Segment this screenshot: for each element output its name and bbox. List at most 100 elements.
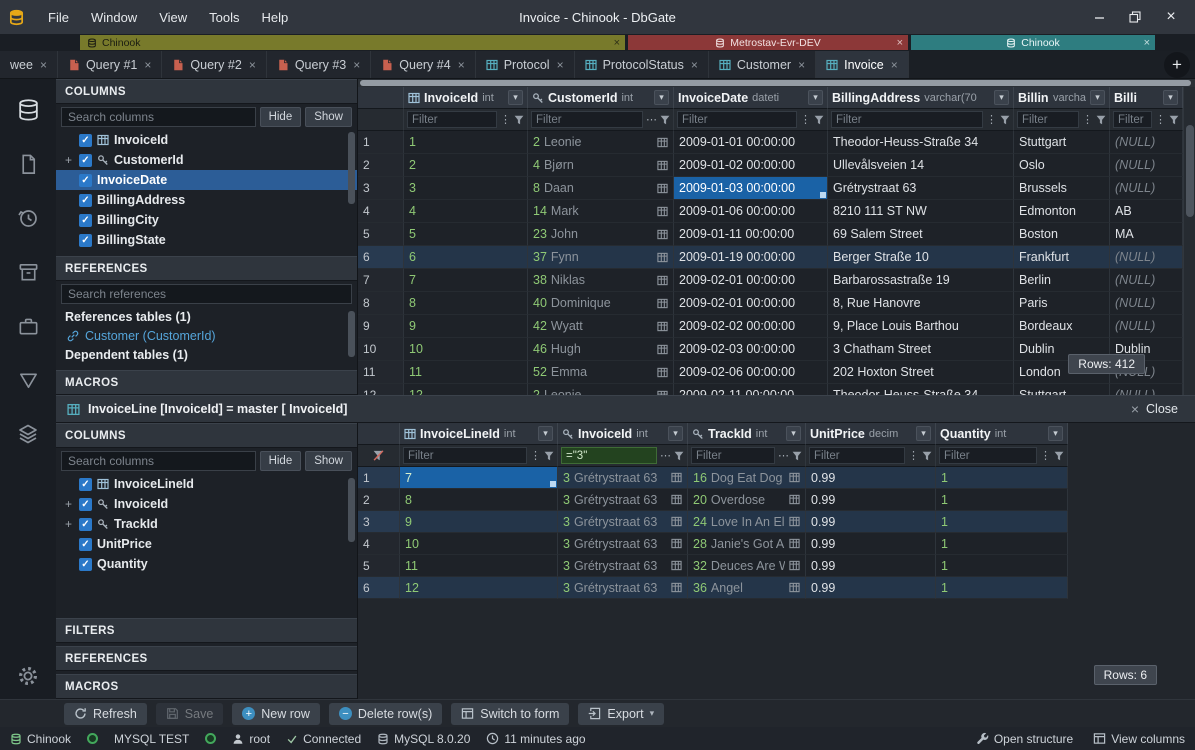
- filter-menu-icon[interactable]: ⋮: [908, 449, 919, 462]
- new-tab-button[interactable]: +: [1164, 52, 1190, 78]
- filter-funnel-icon[interactable]: [922, 451, 932, 461]
- filter-menu-icon[interactable]: ⋯: [778, 449, 789, 462]
- filter-menu-icon[interactable]: ⋮: [1082, 113, 1093, 126]
- section-header-columns[interactable]: COLUMNS: [56, 423, 357, 448]
- close-group-icon[interactable]: ×: [1144, 37, 1150, 49]
- row-number[interactable]: 3: [358, 177, 404, 200]
- row-number[interactable]: 6: [358, 577, 400, 599]
- cell-billingaddress[interactable]: 8, Rue Hanovre: [828, 292, 1014, 315]
- close-tab-icon[interactable]: ×: [353, 58, 360, 72]
- cell-invoicedate[interactable]: 2009-02-03 00:00:00: [674, 338, 828, 361]
- close-tab-icon[interactable]: ×: [458, 58, 465, 72]
- cell-trackid[interactable]: 24Love In An Elevator: [688, 511, 806, 533]
- refresh-button[interactable]: Refresh: [64, 703, 147, 725]
- column-header-invoicedate[interactable]: InvoiceDatedateti▾: [674, 87, 828, 109]
- archive-icon[interactable]: [15, 259, 41, 285]
- filter-input-invoiceid[interactable]: Filter: [407, 111, 497, 128]
- filter-menu-icon[interactable]: ⋮: [986, 113, 997, 126]
- column-menu-dropdown[interactable]: ▾: [508, 90, 523, 105]
- cell-billingcity[interactable]: Brussels: [1014, 177, 1110, 200]
- search-input[interactable]: Search references: [61, 284, 352, 304]
- row-number[interactable]: 4: [358, 533, 400, 555]
- filter-funnel-icon[interactable]: [674, 451, 684, 461]
- save-button[interactable]: Save: [156, 703, 224, 725]
- cell-invoiceid[interactable]: 2: [404, 154, 528, 177]
- column-header-quantity[interactable]: Quantityint▾: [936, 423, 1068, 445]
- status-mysql-8-0-20[interactable]: MySQL 8.0.20: [377, 732, 470, 746]
- cell-billingcity[interactable]: Paris: [1014, 292, 1110, 315]
- cell-quantity[interactable]: 1: [936, 489, 1068, 511]
- column-tree-item-invoicelineid[interactable]: ✓InvoiceLineId: [56, 474, 357, 494]
- column-tree-item-invoiceid[interactable]: +✓InvoiceId: [56, 494, 357, 514]
- cell-billingstate[interactable]: MA: [1110, 223, 1183, 246]
- cell-customerid[interactable]: 46Hugh: [528, 338, 674, 361]
- checkbox-checked[interactable]: ✓: [79, 174, 92, 187]
- tab-query-4[interactable]: Query #4×: [371, 51, 475, 78]
- close-tab-icon[interactable]: ×: [144, 58, 151, 72]
- filter-funnel-icon[interactable]: [1054, 451, 1064, 461]
- column-tree-item-billingaddress[interactable]: ✓BillingAddress: [56, 190, 357, 210]
- column-tree-item-invoicedate[interactable]: ✓InvoiceDate: [56, 170, 357, 190]
- cell-customerid[interactable]: 2Leonie: [528, 384, 674, 395]
- row-number[interactable]: 3: [358, 511, 400, 533]
- column-menu-dropdown[interactable]: ▾: [1048, 426, 1063, 441]
- row-number[interactable]: 1: [358, 131, 404, 154]
- column-header-invoiceid[interactable]: InvoiceIdint▾: [404, 87, 528, 109]
- section-header-filters[interactable]: FILTERS: [56, 618, 357, 643]
- section-header-references[interactable]: REFERENCES: [56, 646, 357, 671]
- close-button[interactable]: ×: [1155, 4, 1187, 30]
- cell-invoicedate[interactable]: 2009-02-02 00:00:00: [674, 315, 828, 338]
- cell-billingaddress[interactable]: 9, Place Louis Barthou: [828, 315, 1014, 338]
- cell-billingcity[interactable]: Boston: [1014, 223, 1110, 246]
- row-number[interactable]: 5: [358, 223, 404, 246]
- section-header-macros[interactable]: MACROS: [56, 370, 357, 395]
- status-chinook[interactable]: Chinook: [10, 732, 71, 746]
- filter-funnel-icon[interactable]: [1169, 115, 1179, 125]
- close-tab-icon[interactable]: ×: [249, 58, 256, 72]
- row-number[interactable]: 6: [358, 246, 404, 269]
- connection-group-metrostav-evr-dev-1[interactable]: Metrostav-Evr-DEV×: [628, 35, 908, 50]
- row-number[interactable]: 1: [358, 467, 400, 489]
- section-header-references[interactable]: REFERENCES: [56, 256, 357, 281]
- cell-billingcity[interactable]: Oslo: [1014, 154, 1110, 177]
- expand-icon[interactable]: +: [63, 153, 74, 167]
- cell-billingstate[interactable]: (NULL): [1110, 269, 1183, 292]
- cell-billingcity[interactable]: Frankfurt: [1014, 246, 1110, 269]
- cell-unitprice[interactable]: 0.99: [806, 533, 936, 555]
- cell-invoicedate[interactable]: 2009-02-06 00:00:00: [674, 361, 828, 384]
- filter-input-quantity[interactable]: Filter: [939, 447, 1037, 464]
- close-tab-icon[interactable]: ×: [691, 58, 698, 72]
- cell-invoiceid[interactable]: 10: [404, 338, 528, 361]
- cell-invoicedate[interactable]: 2009-01-03 00:00:00: [674, 177, 828, 200]
- column-tree-item-billingstate[interactable]: ✓BillingState: [56, 230, 357, 250]
- column-tree-item-trackid[interactable]: +✓TrackId: [56, 514, 357, 534]
- tab-invoice[interactable]: Invoice×: [816, 51, 909, 78]
- cell-invoiceid[interactable]: 8: [404, 292, 528, 315]
- panel-scrollbar[interactable]: [348, 311, 355, 357]
- cell-invoiceid[interactable]: 3Grétrystraat 63: [558, 511, 688, 533]
- column-header-billi[interactable]: Billi▾: [1110, 87, 1183, 109]
- cell-unitprice[interactable]: 0.99: [806, 555, 936, 577]
- filter-funnel-icon[interactable]: [792, 451, 802, 461]
- close-tab-icon[interactable]: ×: [40, 58, 47, 72]
- cell-billingstate[interactable]: (NULL): [1110, 177, 1183, 200]
- panel-scrollbar[interactable]: [348, 478, 355, 542]
- expand-icon[interactable]: +: [63, 517, 74, 531]
- cell-invoicelineid[interactable]: 12: [400, 577, 558, 599]
- filter-menu-icon[interactable]: ⋮: [1155, 113, 1166, 126]
- expand-icon[interactable]: +: [63, 497, 74, 511]
- column-menu-dropdown[interactable]: ▾: [668, 426, 683, 441]
- cell-billingaddress[interactable]: Theodor-Heuss-Straße 34: [828, 384, 1014, 395]
- cell-invoiceid[interactable]: 11: [404, 361, 528, 384]
- checkbox-checked[interactable]: ✓: [79, 538, 92, 551]
- cell-invoiceid[interactable]: 3: [404, 177, 528, 200]
- search-input[interactable]: Search columns: [61, 107, 256, 127]
- row-number[interactable]: 2: [358, 489, 400, 511]
- history-icon[interactable]: [15, 205, 41, 231]
- cell-billingaddress[interactable]: 3 Chatham Street: [828, 338, 1014, 361]
- cell-billingcity[interactable]: Stuttgart: [1014, 384, 1110, 395]
- status-root[interactable]: root: [232, 732, 270, 746]
- switch-to-form-button[interactable]: Switch to form: [451, 703, 569, 725]
- filter-input-invoicelineid[interactable]: Filter: [403, 447, 527, 464]
- filter-funnel-icon[interactable]: [1096, 115, 1106, 125]
